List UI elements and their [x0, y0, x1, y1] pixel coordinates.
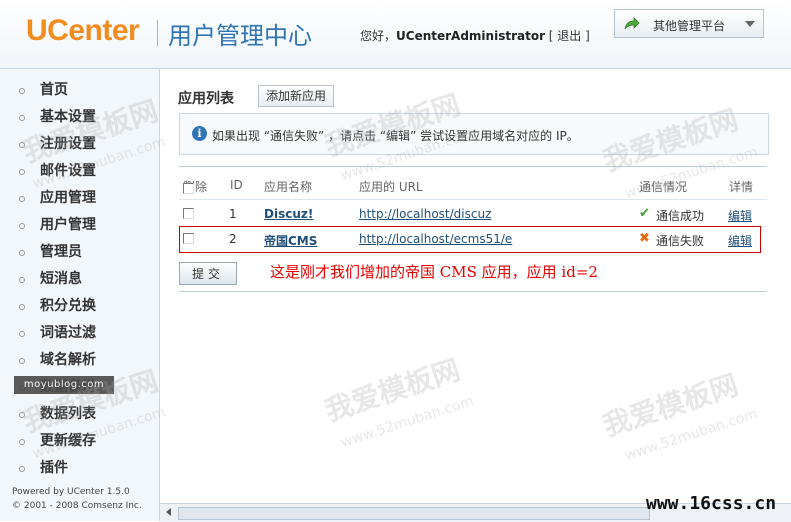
chevron-down-icon [745, 21, 755, 27]
bullet-icon [19, 466, 25, 472]
row-divider [179, 199, 767, 200]
table-bottom-border [179, 291, 767, 292]
row-id: 1 [229, 207, 237, 221]
row-id: 2 [229, 232, 237, 246]
bullet-icon [19, 88, 25, 94]
col-detail: 详情 [729, 180, 754, 194]
col-url: 应用的 URL [359, 180, 423, 194]
copyright-line: © 2001 - 2008 Comsenz Inc. [12, 501, 142, 511]
bullet-icon [19, 250, 25, 256]
platform-label: 其他管理平台 [653, 19, 726, 33]
row-checkbox[interactable] [183, 208, 194, 219]
select-all-checkbox[interactable] [183, 183, 194, 194]
app-name-link[interactable]: Discuz! [264, 207, 313, 221]
bullet-icon [19, 115, 25, 121]
watermark-text: 我爱模板网 [320, 353, 465, 428]
bullet-icon [19, 142, 25, 148]
sidebar-item-label: 短消息 [40, 271, 82, 287]
scroll-left-icon[interactable] [166, 508, 171, 516]
notice-text: 如果出现 “通信失败” ，请点击 “编辑” 尝试设置应用域名对应的 IP。 [212, 129, 579, 143]
scroll-thumb[interactable] [178, 507, 650, 520]
info-icon: i [192, 126, 207, 141]
bullet-icon [19, 277, 25, 283]
sidebar-item-label: 插件 [40, 460, 68, 476]
sidebar-item-label: 域名解析 [40, 352, 96, 368]
bullet-icon [19, 169, 25, 175]
share-arrow-icon [624, 17, 640, 30]
logout-link[interactable]: 退出 [557, 29, 581, 43]
cross-icon: ✖ [639, 231, 650, 246]
table-top-border [179, 166, 767, 167]
red-annotation: 这是刚才我们增加的帝国 CMS 应用，应用 id=2 [270, 263, 598, 281]
table-header: 删除 ID 应用名称 应用的 URL 通信情况 详情 [179, 173, 767, 197]
welcome-text: 您好，UCenterAdministrator [ 退出 ] [360, 27, 590, 44]
table-row: 2 帝国CMS http://localhost/ecms51/e ✖ 通信失败… [179, 226, 761, 253]
powered-by: Powered by UCenter 1.5.0 © 2001 - 2008 C… [12, 485, 142, 513]
col-id: ID [230, 178, 243, 192]
watermark-text: www.52muban.com [338, 392, 476, 452]
logout-bracket-open: [ [544, 29, 558, 43]
sidebar-item-label: 数据列表 [40, 406, 96, 422]
status-text: 通信成功 [656, 209, 705, 223]
edit-link[interactable]: 编辑 [728, 232, 752, 249]
select-all-control: 删除 [183, 178, 207, 195]
edit-link[interactable]: 编辑 [728, 207, 752, 224]
site-watermark: www.16css.cn [646, 493, 777, 514]
page-title: 用户管理中心 [168, 22, 312, 50]
username: UCenterAdministrator [396, 29, 545, 43]
row-checkbox[interactable] [183, 233, 194, 244]
notice-box: i 如果出现 “通信失败” ，请点击 “编辑” 尝试设置应用域名对应的 IP。 [179, 113, 769, 155]
ucenter-logo[interactable]: UCenter [26, 14, 140, 48]
section-title: 应用列表 [178, 91, 234, 107]
app-url-link[interactable]: http://localhost/ecms51/e [359, 232, 512, 246]
col-status: 通信情况 [639, 180, 688, 194]
submit-button[interactable]: 提交 [179, 262, 237, 285]
main-panel: 应用列表 添加新应用 i 如果出现 “通信失败” ，请点击 “编辑” 尝试设置应… [160, 69, 791, 521]
sidebar-item-label: 基本设置 [40, 109, 96, 125]
logout-bracket-close: ] [581, 29, 590, 43]
bullet-icon [19, 412, 25, 418]
app-name-link[interactable]: 帝国CMS [264, 232, 317, 249]
powered-line: Powered by UCenter 1.5.0 [12, 487, 130, 497]
sidebar-item-label: 首页 [40, 82, 68, 98]
sidebar-item-label: 管理员 [40, 244, 82, 260]
sidebar-item-label: 积分兑换 [40, 298, 96, 314]
check-icon: ✔ [639, 206, 650, 221]
watermark-text: www.52muban.com [622, 405, 760, 465]
bullet-icon [19, 196, 25, 202]
sidebar-item-label: 邮件设置 [40, 163, 96, 179]
col-name: 应用名称 [264, 180, 313, 194]
sidebar-item-label: 更新缓存 [40, 433, 96, 449]
logo-divider [157, 20, 158, 46]
watermark-tag: moyublog.com [14, 376, 114, 394]
sidebar-item-label: 用户管理 [40, 217, 96, 233]
greeting: 您好， [360, 29, 397, 43]
bullet-icon [19, 358, 25, 364]
sidebar-item-label: 注册设置 [40, 136, 96, 152]
sidebar-item-label: 应用管理 [40, 190, 96, 206]
bullet-icon [19, 439, 25, 445]
sidebar: 首页 基本设置 注册设置 邮件设置 应用管理 用户管理 管理员 短消息 积分兑换… [0, 69, 160, 521]
bullet-icon [19, 223, 25, 229]
sidebar-item-label: 词语过滤 [40, 325, 96, 341]
app-url-link[interactable]: http://localhost/discuz [359, 207, 491, 221]
status-text: 通信失败 [656, 234, 705, 248]
bullet-icon [19, 331, 25, 337]
table-row: 1 Discuz! http://localhost/discuz ✔ 通信成功… [179, 202, 767, 227]
platform-dropdown[interactable]: 其他管理平台 [614, 9, 764, 38]
watermark-text: 我爱模板网 [598, 368, 743, 443]
header: UCenter 用户管理中心 您好，UCenterAdministrator [… [0, 0, 791, 69]
bullet-icon [19, 304, 25, 310]
add-app-button[interactable]: 添加新应用 [258, 85, 334, 107]
